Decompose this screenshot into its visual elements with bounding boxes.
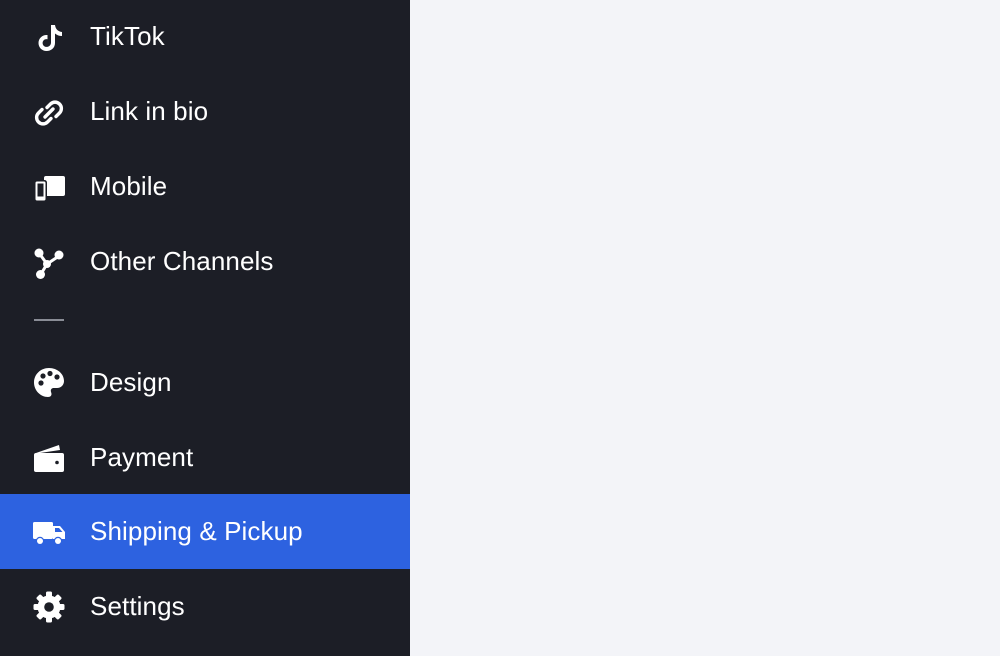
gear-icon [32,590,66,624]
tiktok-icon [32,21,66,55]
sidebar-item-tiktok[interactable]: TikTok [0,0,410,75]
sidebar-item-label: Other Channels [90,246,274,276]
sidebar-item-label: TikTok [90,21,165,51]
palette-icon [32,366,66,400]
sidebar-item-settings[interactable]: Settings [0,569,410,644]
sidebar-item-mobile[interactable]: Mobile [0,150,410,225]
sidebar-divider [34,319,64,321]
main-content-area [410,0,1000,656]
sidebar-item-label: Design [90,367,172,397]
sidebar-item-label: Link in bio [90,96,209,126]
mobile-devices-icon [32,171,66,205]
app-window: TikTok Link in bio Mobile Other Channels… [0,0,1000,656]
sidebar-item-link-in-bio[interactable]: Link in bio [0,75,410,150]
truck-icon [32,515,66,549]
sidebar-item-label: Settings [90,591,185,621]
sidebar-item-shipping-pickup[interactable]: Shipping & Pickup [0,494,410,569]
sidebar-item-label: Shipping & Pickup [90,516,303,546]
sidebar-item-label: Payment [90,442,194,472]
sidebar-item-other-channels[interactable]: Other Channels [0,225,410,300]
sidebar-item-design[interactable]: Design [0,345,410,420]
channels-network-icon [32,246,66,280]
sidebar: TikTok Link in bio Mobile Other Channels… [0,0,410,656]
wallet-icon [32,441,66,475]
link-icon [32,96,66,130]
sidebar-item-payment[interactable]: Payment [0,420,410,495]
sidebar-item-label: Mobile [90,171,168,201]
